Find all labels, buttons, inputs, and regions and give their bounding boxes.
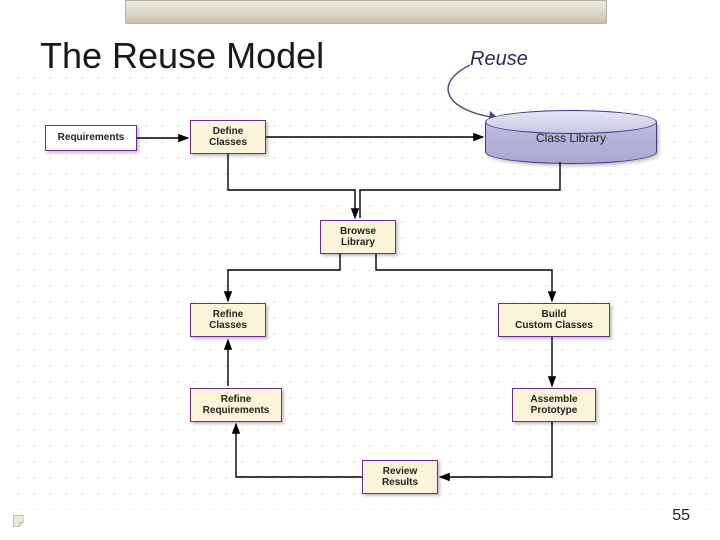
box-build-custom-classes: Build Custom Classes bbox=[498, 303, 610, 337]
class-library-label: Class Library bbox=[485, 131, 657, 145]
box-browse-library: Browse Library bbox=[320, 220, 396, 254]
box-refine-requirements: Refine Requirements bbox=[190, 388, 282, 422]
slide-header-bar bbox=[125, 0, 607, 24]
page-corner-icon bbox=[12, 514, 26, 528]
box-review-results: Review Results bbox=[362, 460, 438, 494]
box-define-classes: Define Classes bbox=[190, 120, 266, 154]
box-requirements: Requirements bbox=[45, 125, 137, 151]
box-refine-classes: Refine Classes bbox=[190, 303, 266, 337]
box-assemble-prototype: Assemble Prototype bbox=[512, 388, 596, 422]
reuse-legend: Reuse bbox=[470, 48, 528, 71]
page-number: 55 bbox=[672, 507, 690, 525]
class-library-cylinder: Class Library bbox=[485, 110, 657, 164]
slide-title: The Reuse Model bbox=[40, 35, 324, 77]
